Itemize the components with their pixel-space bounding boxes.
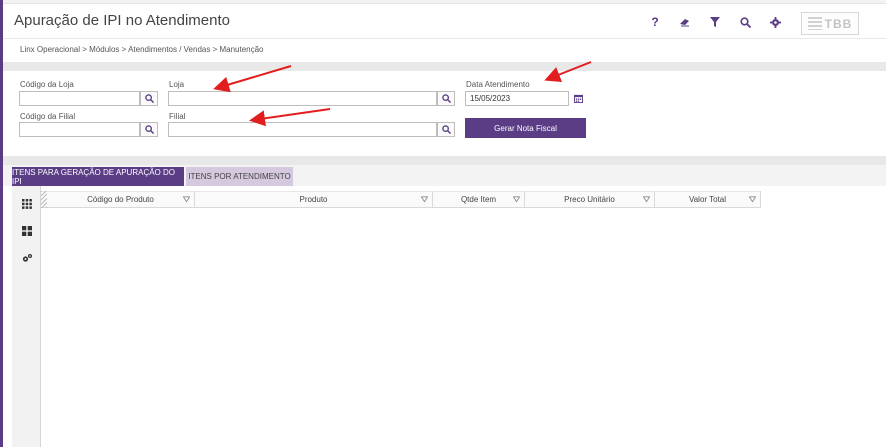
annotation-arrow-data: [544, 61, 592, 83]
annotation-arrow-loja: [213, 65, 292, 93]
annotation-arrow-filial: [249, 108, 331, 127]
annotation-overlay: [213, 61, 592, 127]
